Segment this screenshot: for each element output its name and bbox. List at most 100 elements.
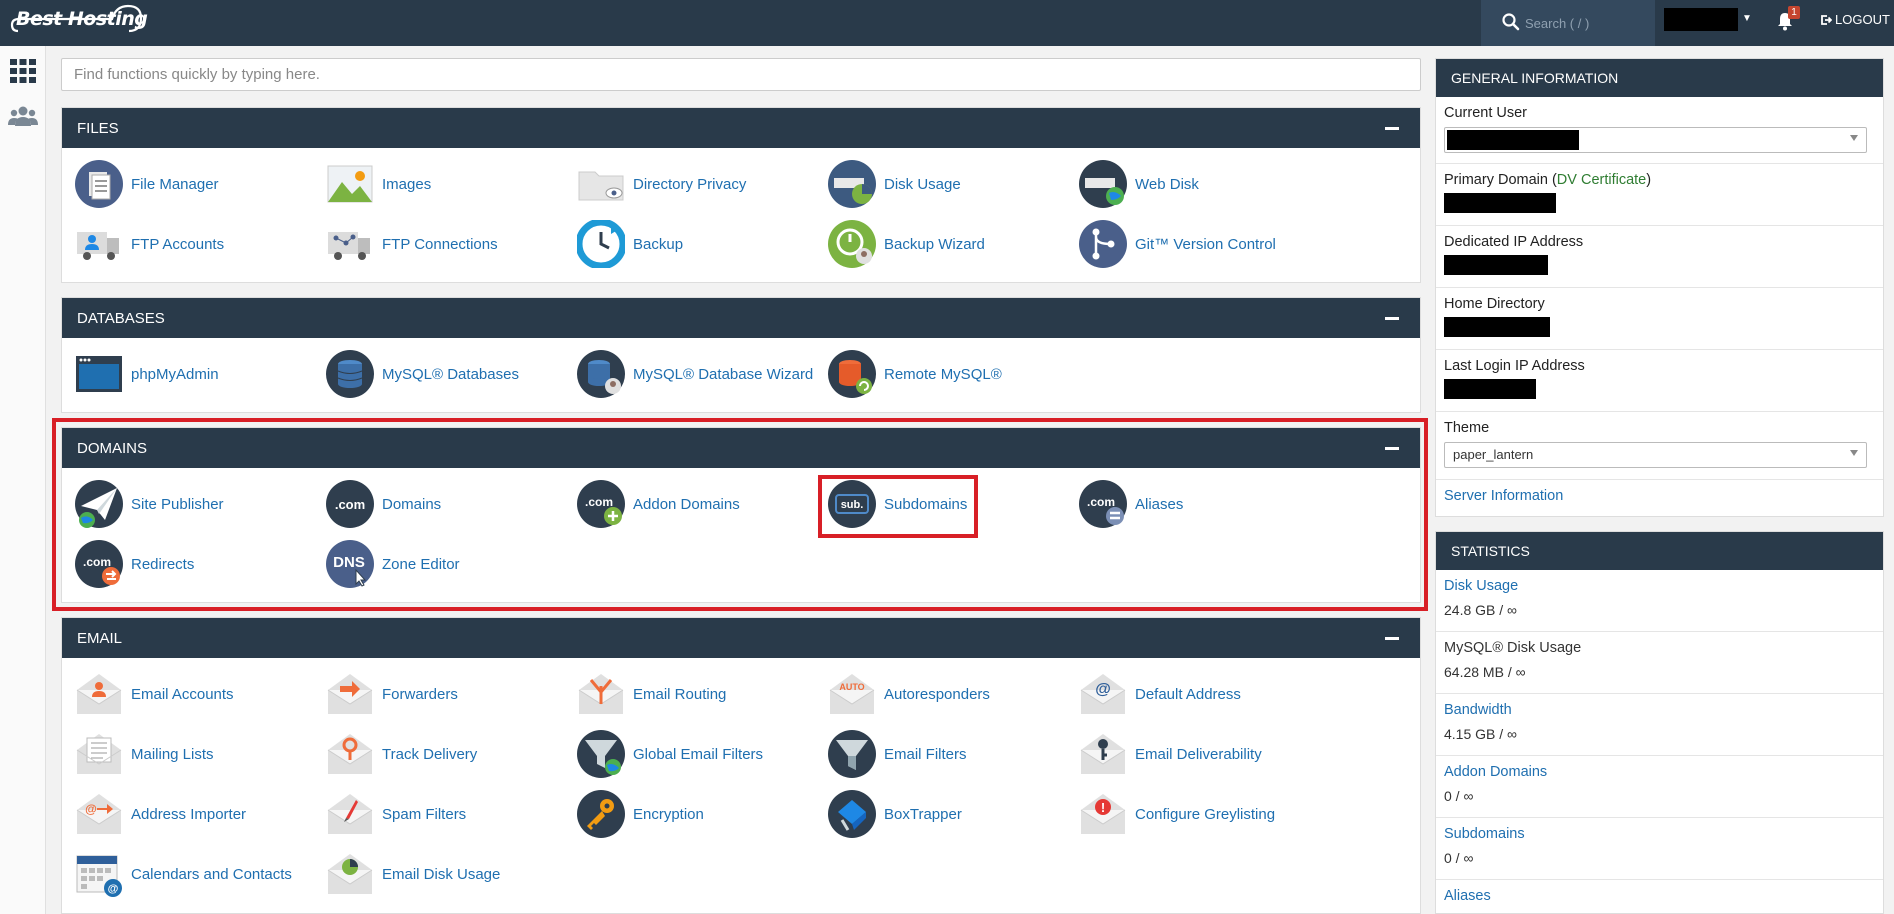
theme-row: Theme paper_lantern: [1436, 412, 1883, 480]
stat-bandwidth-label[interactable]: Bandwidth: [1444, 702, 1875, 718]
site-publisher-link[interactable]: Site Publisher: [75, 478, 224, 530]
address-importer-link[interactable]: @ Address Importer: [75, 788, 246, 840]
web-disk-link[interactable]: Web Disk: [1079, 158, 1199, 210]
databases-panel: DATABASES phpMyAdmin MySQL® Databases My…: [61, 297, 1421, 413]
backup-link[interactable]: Backup: [577, 218, 683, 270]
sub-text: sub.: [841, 499, 864, 511]
forwarders-link[interactable]: Forwarders: [326, 668, 458, 720]
calendars-and-contacts-link[interactable]: @ Calendars and Contacts: [75, 848, 292, 900]
forwarders-label: Forwarders: [382, 685, 458, 703]
phpmyadmin-link[interactable]: phpMyAdmin: [75, 348, 219, 400]
email-disk-usage-label: Email Disk Usage: [382, 865, 501, 883]
boxtrapper-link[interactable]: BoxTrapper: [828, 788, 962, 840]
email-routing-label: Email Routing: [633, 685, 727, 703]
mailing-lists-link[interactable]: Mailing Lists: [75, 728, 214, 780]
email-disk-usage-link[interactable]: Email Disk Usage: [326, 848, 500, 900]
theme-label: Theme: [1444, 420, 1490, 436]
boxtrapper-icon: [828, 790, 876, 838]
autoresponders-icon: AUTO: [829, 674, 875, 714]
header-search-input[interactable]: [1525, 11, 1645, 35]
files-panel-header[interactable]: FILES: [62, 108, 1420, 148]
domains-link[interactable]: .com Domains: [326, 478, 441, 530]
addon-domains-label: Addon Domains: [633, 495, 740, 513]
mysql-databases-icon: [326, 350, 374, 398]
backup-wizard-link[interactable]: Backup Wizard: [828, 218, 985, 270]
file-manager-link[interactable]: File Manager: [75, 158, 219, 210]
mysql-database-wizard-icon: [577, 350, 625, 398]
com-text: .com: [1087, 495, 1115, 509]
collapse-icon[interactable]: [1385, 446, 1399, 450]
excl-text: !: [1101, 800, 1105, 815]
users-icon[interactable]: [8, 102, 38, 132]
current-user-select[interactable]: [1444, 127, 1867, 153]
theme-select[interactable]: paper_lantern: [1444, 442, 1867, 468]
user-menu-redacted[interactable]: [1664, 8, 1738, 31]
remote-mysql-link[interactable]: Remote MySQL®: [828, 348, 1002, 400]
general-information-title: GENERAL INFORMATION: [1436, 59, 1883, 97]
server-information-link[interactable]: Server Information: [1436, 480, 1883, 516]
redirects-link[interactable]: .com Redirects: [75, 538, 194, 590]
disk-usage-link[interactable]: Disk Usage: [828, 158, 961, 210]
databases-panel-header[interactable]: DATABASES: [62, 298, 1420, 338]
mysql-database-wizard-link[interactable]: MySQL® Database Wizard: [577, 348, 813, 400]
aliases-link[interactable]: .com Aliases: [1079, 478, 1183, 530]
email-filters-link[interactable]: Email Filters: [828, 728, 967, 780]
default-address-link[interactable]: @ Default Address: [1079, 668, 1241, 720]
stat-mysql-disk-usage: MySQL® Disk Usage 64.28 MB / ∞: [1436, 632, 1883, 694]
files-panel-title: FILES: [77, 119, 119, 137]
subdomains-link[interactable]: sub. Subdomains: [828, 478, 967, 530]
email-routing-link[interactable]: Email Routing: [577, 668, 726, 720]
stat-subdomains-label[interactable]: Subdomains: [1444, 826, 1875, 842]
dns-text: DNS: [333, 554, 365, 571]
git-version-control-link[interactable]: Git™ Version Control: [1079, 218, 1276, 270]
directory-privacy-link[interactable]: Directory Privacy: [577, 158, 746, 210]
domains-panel-header[interactable]: DOMAINS: [62, 428, 1420, 468]
grid-icon[interactable]: [8, 56, 38, 86]
chevron-down-icon: [1850, 135, 1858, 141]
com-text: .com: [585, 495, 613, 509]
stat-bandwidth-value: 4.15 GB / ∞: [1444, 726, 1518, 742]
subdomains-icon: sub.: [828, 480, 876, 528]
logout-icon: [1821, 14, 1832, 25]
email-panel-header[interactable]: EMAIL: [62, 618, 1420, 658]
collapse-icon[interactable]: [1385, 636, 1399, 640]
stat-disk-usage-value: 24.8 GB / ∞: [1444, 602, 1518, 618]
email-accounts-link[interactable]: Email Accounts: [75, 668, 234, 720]
user-menu-caret-icon[interactable]: ▼: [1742, 13, 1752, 24]
home-directory-label: Home Directory: [1444, 296, 1545, 312]
spam-filters-link[interactable]: Spam Filters: [326, 788, 466, 840]
redirects-icon: .com: [75, 540, 123, 588]
mysql-databases-link[interactable]: MySQL® Databases: [326, 348, 519, 400]
stat-addon-domains-label[interactable]: Addon Domains: [1444, 764, 1875, 780]
encryption-link[interactable]: Encryption: [577, 788, 704, 840]
addon-domains-link[interactable]: .com Addon Domains: [577, 478, 740, 530]
logo-text[interactable]: Best Hosting: [16, 8, 148, 30]
ftp-accounts-link[interactable]: FTP Accounts: [75, 218, 224, 270]
auto-text: AUTO: [839, 682, 864, 692]
autoresponders-link[interactable]: AUTO Autoresponders: [828, 668, 990, 720]
global-email-filters-link[interactable]: Global Email Filters: [577, 728, 763, 780]
email-panel: EMAIL Email Accounts Forwarders Email Ro…: [61, 617, 1421, 914]
dv-certificate-link[interactable]: DV Certificate: [1557, 172, 1646, 188]
collapse-icon[interactable]: [1385, 126, 1399, 130]
zone-editor-link[interactable]: DNS Zone Editor: [326, 538, 460, 590]
collapse-icon[interactable]: [1385, 316, 1399, 320]
stat-aliases-label[interactable]: Aliases: [1444, 888, 1875, 904]
ftp-connections-link[interactable]: FTP Connections: [326, 218, 498, 270]
configure-greylisting-link[interactable]: ! Configure Greylisting: [1079, 788, 1275, 840]
quick-search-input[interactable]: [61, 58, 1421, 91]
disk-usage-icon: [828, 160, 876, 208]
track-delivery-link[interactable]: Track Delivery: [326, 728, 477, 780]
current-user-redacted: [1447, 130, 1579, 150]
stat-disk-usage-label[interactable]: Disk Usage: [1444, 578, 1875, 594]
directory-privacy-label: Directory Privacy: [633, 175, 747, 193]
images-link[interactable]: Images: [326, 158, 431, 210]
logout-button[interactable]: LOGOUT: [1820, 12, 1890, 27]
files-panel: FILES File Manager Images Directory Priv…: [61, 107, 1421, 283]
top-bar: Best Hosting ▼ 1 LOGOUT: [0, 0, 1894, 46]
default-address-label: Default Address: [1135, 685, 1241, 703]
ftp-connections-icon: [328, 232, 370, 260]
email-filters-icon: [828, 730, 876, 778]
configure-greylisting-icon: !: [1080, 794, 1126, 834]
email-deliverability-link[interactable]: Email Deliverability: [1079, 728, 1262, 780]
